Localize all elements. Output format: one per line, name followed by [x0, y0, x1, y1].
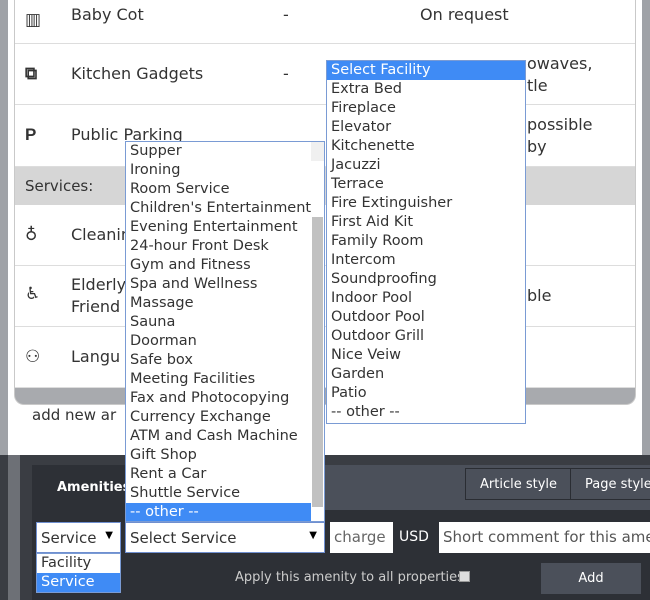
dropdown-option[interactable]: Terrace [327, 175, 525, 194]
chevron-down-icon: ▼ [309, 530, 317, 541]
article-style-button[interactable]: Article style [465, 468, 571, 500]
dropdown-option[interactable]: -- other -- [126, 503, 311, 521]
dropdown-option[interactable]: Gift Shop [126, 446, 311, 465]
dropdown-option[interactable]: Ironing [126, 161, 311, 180]
dropdown-option[interactable]: Gym and Fitness [126, 256, 311, 275]
amenity-name: Elderly [71, 275, 127, 294]
amenity-comment: tle [527, 76, 548, 95]
dropdown-option[interactable]: Supper [126, 142, 311, 161]
amenity-charge: - [283, 64, 289, 83]
table-row: ⧉ Kitchen Gadgets - owaves, tle [15, 44, 635, 105]
facility-dropdown-list[interactable]: Select Facility Extra Bed Fireplace Elevato… [326, 60, 526, 424]
apply-all-checkbox[interactable] [459, 571, 470, 582]
tab-amenities[interactable]: Amenities [32, 465, 130, 510]
amenity-comment: possible [527, 115, 593, 134]
dropdown-option[interactable]: -- other -- [327, 403, 525, 422]
dropdown-option[interactable]: Evening Entertainment [126, 218, 311, 237]
table-row: ♁ Cleanin [15, 205, 635, 266]
amenity-name: Kitchen Gadgets [71, 64, 204, 83]
dropdown-option[interactable]: Meeting Facilities [126, 370, 311, 389]
scrollbar[interactable] [311, 142, 324, 507]
chevron-down-icon: ▼ [105, 530, 113, 541]
add-button[interactable]: Add [541, 563, 641, 594]
table-row: ♿ Elderly Friend ble [15, 266, 635, 327]
amenity-type-options[interactable]: Facility Service [36, 553, 121, 593]
dropdown-option[interactable]: Room Service [126, 180, 311, 199]
scrollbar-thumb[interactable] [312, 217, 323, 507]
amenity-name: Langu [71, 347, 121, 366]
dropdown-option[interactable]: Children's Entertainment [126, 199, 311, 218]
amenity-comment: owaves, [527, 54, 593, 73]
dropdown-option[interactable]: Spa and Wellness [126, 275, 311, 294]
elderly-icon: ♿ [25, 284, 41, 304]
dropdown-option[interactable]: Shuttle Service [126, 484, 311, 503]
services-header: Services: [15, 167, 635, 205]
parking-icon: P [25, 125, 37, 144]
amenity-type-select[interactable]: Service ▼ [36, 522, 121, 553]
dropdown-option[interactable]: Elevator [327, 118, 525, 137]
table-row: P Public Parking possible by [15, 105, 635, 167]
service-select-value: Select Service [130, 529, 237, 547]
dropdown-option[interactable]: Fire Extinguisher [327, 194, 525, 213]
dropdown-option[interactable]: Garden [327, 365, 525, 384]
dropdown-option[interactable]: Kitchenette [327, 137, 525, 156]
amenity-comment: ble [527, 286, 552, 305]
dropdown-option[interactable]: Jacuzzi [327, 156, 525, 175]
panel-edge [8, 455, 20, 600]
apply-all-label: Apply this amenity to all properties: [235, 570, 469, 585]
language-icon: ⚇ [25, 347, 41, 367]
dropdown-option[interactable]: 24-hour Front Desk [126, 237, 311, 256]
amenity-comment: by [527, 137, 547, 156]
dropdown-option[interactable]: ATM and Cash Machine [126, 427, 311, 446]
service-select[interactable]: Select Service ▼ [125, 522, 325, 553]
add-new-link[interactable]: add new ar [32, 406, 116, 424]
option-service[interactable]: Service [37, 573, 120, 592]
dropdown-option[interactable]: Safe box [126, 351, 311, 370]
dropdown-option[interactable]: Fax and Photocopying [126, 389, 311, 408]
dropdown-option[interactable]: Fireplace [327, 99, 525, 118]
dropdown-option[interactable]: Outdoor Grill [327, 327, 525, 346]
dropdown-option[interactable]: Nice Veiw [327, 346, 525, 365]
charge-input[interactable]: charge [330, 522, 393, 553]
amenity-name: Cleanin [71, 225, 131, 244]
dropdown-option[interactable]: Doorman [126, 332, 311, 351]
amenity-name: Friend [71, 297, 121, 316]
table-row: ▥ Baby Cot - On request [15, 0, 635, 44]
comment-input[interactable]: Short comment for this amenity [439, 522, 650, 553]
dropdown-option[interactable]: Sauna [126, 313, 311, 332]
dropdown-option[interactable]: Indoor Pool [327, 289, 525, 308]
amenity-type-value: Service [41, 529, 97, 547]
dropdown-option[interactable]: Select Facility [327, 61, 525, 80]
dropdown-option[interactable]: Outdoor Pool [327, 308, 525, 327]
dropdown-option[interactable]: Currency Exchange [126, 408, 311, 427]
amenity-charge: - [283, 5, 289, 24]
dropdown-option[interactable]: Rent a Car [126, 465, 311, 484]
table-row: ⚇ Langu [15, 327, 635, 388]
dropdown-option[interactable]: First Aid Kit [327, 213, 525, 232]
dropdown-option[interactable]: Massage [126, 294, 311, 313]
baby-cot-icon: ▥ [25, 10, 42, 30]
dropdown-option[interactable]: Patio [327, 384, 525, 403]
service-dropdown-list[interactable]: Supper Ironing Room Service Children's Ente… [125, 141, 325, 522]
dropdown-option[interactable]: Family Room [327, 232, 525, 251]
amenity-comment: On request [420, 5, 509, 24]
page-style-button[interactable]: Page style [570, 468, 650, 500]
currency-label: USD [399, 529, 429, 545]
option-facility[interactable]: Facility [37, 554, 120, 573]
dropdown-option[interactable]: Extra Bed [327, 80, 525, 99]
amenity-name: Baby Cot [71, 5, 144, 24]
kitchen-icon: ⧉ [25, 64, 38, 84]
cleaning-icon: ♁ [25, 225, 38, 245]
dropdown-option[interactable]: Intercom [327, 251, 525, 270]
dropdown-option[interactable]: Soundproofing [327, 270, 525, 289]
